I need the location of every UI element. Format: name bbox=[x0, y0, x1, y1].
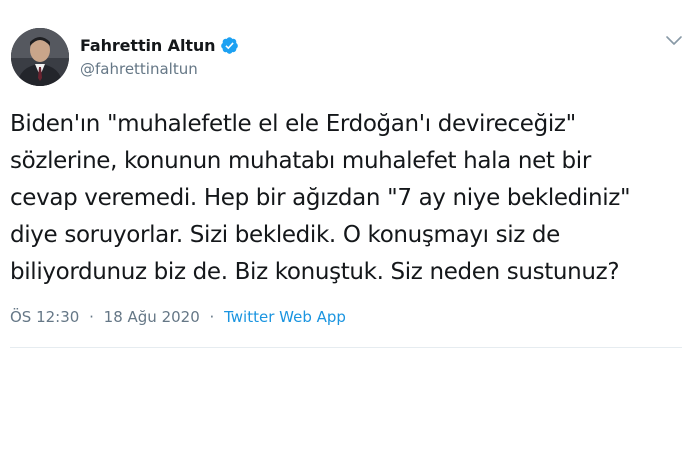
display-name-row: Fahrettin Altun bbox=[80, 34, 239, 56]
tweet-date[interactable]: 18 Ağu 2020 bbox=[104, 308, 200, 326]
tweet-header: Fahrettin Altun @fahrettinaltun bbox=[11, 28, 681, 88]
divider bbox=[10, 347, 682, 348]
display-name[interactable]: Fahrettin Altun bbox=[80, 36, 216, 55]
meta-separator: · bbox=[209, 308, 215, 326]
avatar[interactable] bbox=[11, 28, 69, 86]
tweet-meta: ÖS 12:30 · 18 Ağu 2020 · Twitter Web App bbox=[10, 308, 346, 326]
tweet-text: Biden'ın "muhalefetle el ele Erdoğan'ı d… bbox=[10, 106, 686, 291]
tweet-text-line: Biden'ın "muhalefetle el ele Erdoğan'ı d… bbox=[10, 111, 576, 137]
verified-badge-icon bbox=[220, 36, 239, 55]
chevron-down-icon[interactable] bbox=[664, 33, 684, 47]
tweet-text-line: sözlerine, konunun muhatabı muhalefet ha… bbox=[10, 148, 591, 174]
tweet-text-line: diye soruyorlar. Sizi bekledik. O konuşm… bbox=[10, 222, 560, 248]
author-info: Fahrettin Altun @fahrettinaltun bbox=[80, 34, 239, 78]
handle[interactable]: @fahrettinaltun bbox=[80, 60, 239, 78]
tweet-card: Fahrettin Altun @fahrettinaltun Biden'ın… bbox=[0, 0, 690, 450]
tweet-text-line: cevap veremedi. Hep bir ağızdan "7 ay ni… bbox=[10, 185, 631, 211]
tweet-source-link[interactable]: Twitter Web App bbox=[224, 308, 346, 326]
profile-photo-icon bbox=[11, 28, 69, 86]
tweet-text-line: biliyordunuz biz de. Biz konuştuk. Siz n… bbox=[10, 259, 620, 285]
meta-separator: · bbox=[89, 308, 94, 326]
tweet-time[interactable]: ÖS 12:30 bbox=[10, 308, 79, 326]
